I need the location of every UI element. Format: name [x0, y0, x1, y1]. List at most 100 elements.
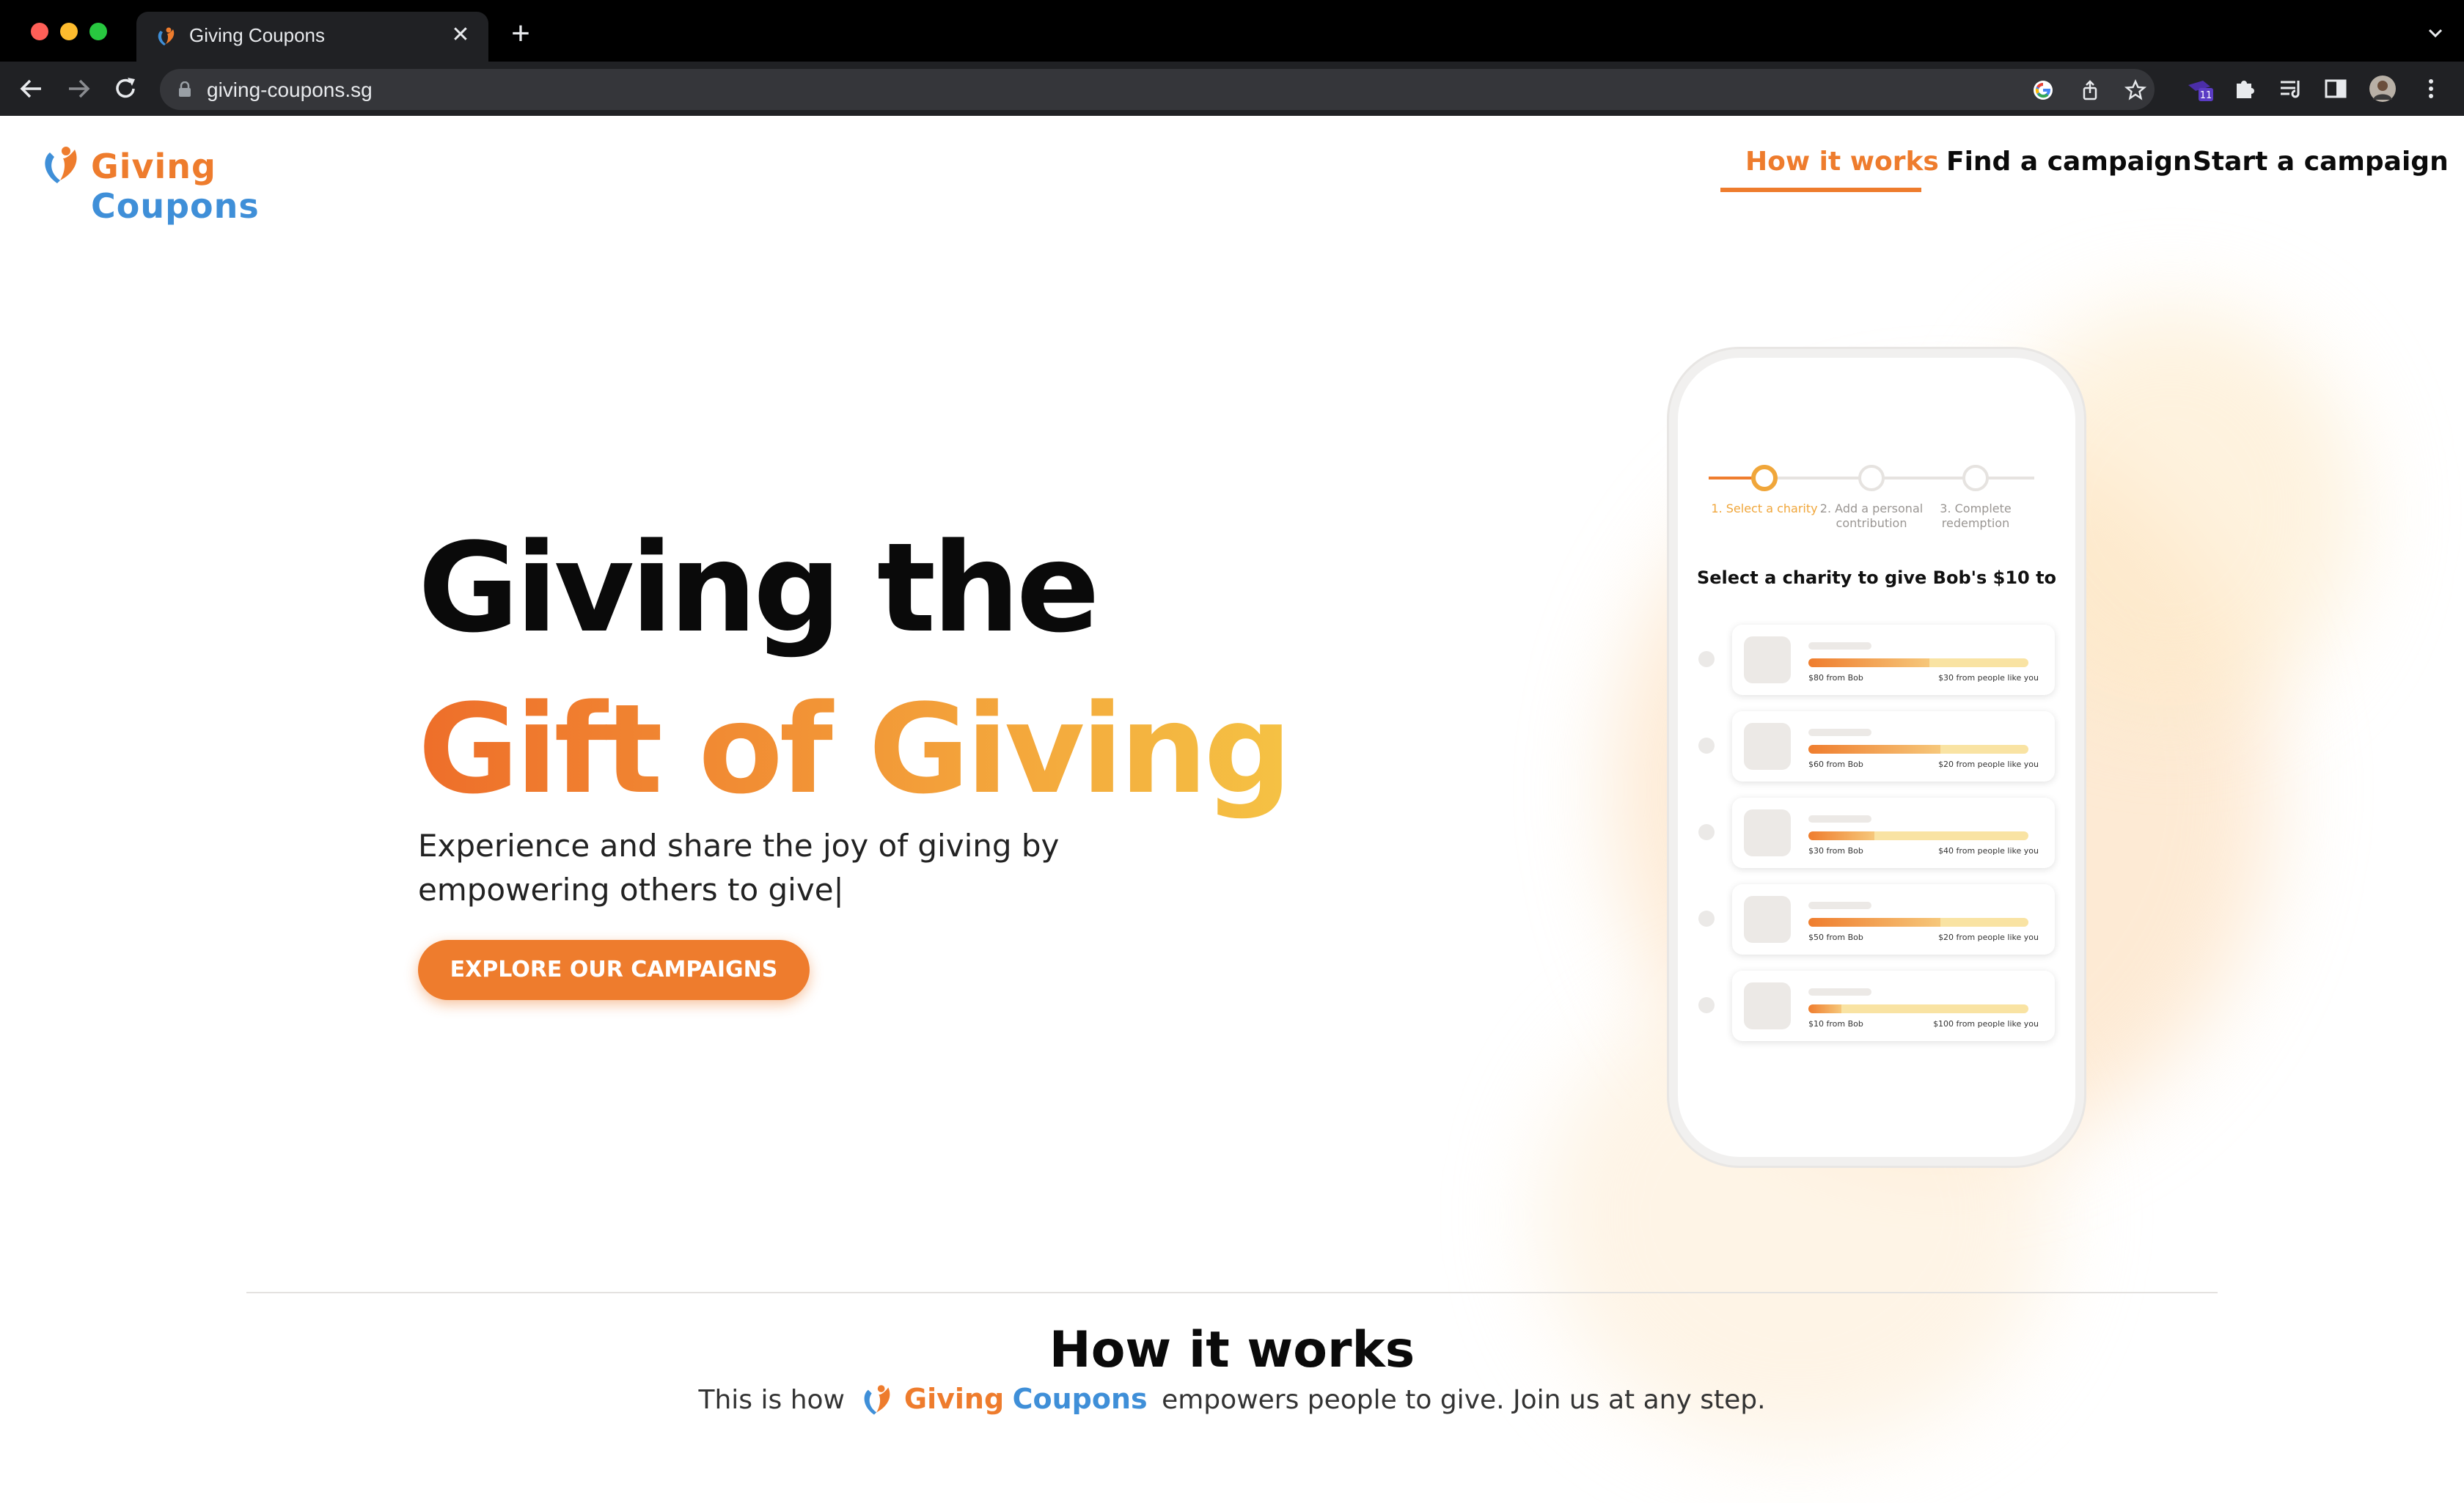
charity-name-placeholder [1808, 815, 1871, 823]
phone-screen-title: Select a charity to give Bob's $10 to [1696, 567, 2057, 588]
logo-wordmark: Giving Coupons [91, 147, 331, 226]
charity-progress-bar [1808, 831, 2028, 840]
how-it-works-sub-after: empowers people to give. Join us at any … [1162, 1385, 1766, 1415]
minimize-window-button[interactable] [60, 23, 78, 40]
charity-progress-fill [1808, 745, 1940, 754]
how-it-works-subtitle: This is how Giving Coupons empowers peop… [0, 1381, 2464, 1421]
charity-name-placeholder [1808, 729, 1871, 736]
new-tab-button[interactable]: + [505, 18, 537, 51]
charity-radio[interactable] [1698, 651, 1715, 667]
step-indicator-3 [1962, 465, 1989, 491]
giving-coupons-logo-icon [45, 147, 77, 183]
bookmark-star-icon[interactable] [2124, 78, 2147, 102]
tab-title: Giving Coupons [189, 24, 325, 46]
extension-badge-count: 11 [2200, 90, 2212, 101]
charity-radio[interactable] [1698, 824, 1715, 840]
side-panel-icon[interactable] [2322, 75, 2350, 103]
tab-close-icon[interactable]: ✕ [446, 21, 475, 50]
share-icon[interactable] [2078, 78, 2102, 102]
browser-toolbar: giving-coupons.sg 11 [0, 62, 2464, 116]
inline-logo-word-coupons: Coupons [1012, 1383, 1148, 1415]
charity-others-amount: $100 from people like you [1933, 1019, 2039, 1029]
charity-progress-bar [1808, 658, 2028, 667]
web-page: Giving Coupons How it works Find a campa… [0, 116, 2464, 1503]
section-divider [246, 1292, 2218, 1293]
charity-radio[interactable] [1698, 997, 1715, 1013]
charity-others-amount: $20 from people like you [1938, 760, 2039, 769]
back-arrow-icon[interactable] [16, 73, 47, 104]
charity-thumbnail [1744, 896, 1791, 943]
charity-bob-amount: $60 from Bob [1808, 760, 1863, 769]
tab-search-chevron-icon[interactable] [2424, 22, 2446, 44]
charity-thumbnail [1744, 982, 1791, 1029]
charity-progress-fill [1808, 658, 1929, 667]
logo-word-giving: Giving [91, 147, 216, 186]
charity-thumbnail [1744, 636, 1791, 683]
url-text: giving-coupons.sg [207, 78, 373, 101]
chrome-menu-icon[interactable] [2417, 75, 2445, 103]
charity-others-amount: $30 from people like you [1938, 673, 2039, 683]
charity-progress-fill [1808, 831, 1874, 840]
logo-word-coupons: Coupons [91, 186, 260, 226]
profile-avatar-icon[interactable] [2369, 75, 2397, 103]
charity-radio[interactable] [1698, 911, 1715, 927]
charity-bob-amount: $80 from Bob [1808, 673, 1863, 683]
giving-coupons-logo-icon [865, 1385, 890, 1415]
nav-find-a-campaign[interactable]: Find a campaign [1946, 147, 2192, 177]
tab-strip: Giving Coupons ✕ + [0, 0, 2464, 62]
charity-bob-amount: $50 from Bob [1808, 933, 1863, 942]
explore-campaigns-button[interactable]: EXPLORE OUR CAMPAIGNS NOW [418, 940, 810, 1043]
how-it-works-heading: How it works [1049, 1321, 1415, 1379]
charity-card[interactable]: $10 from Bob $100 from people like you [1732, 971, 2055, 1041]
charity-bob-amount: $10 from Bob [1808, 1019, 1863, 1029]
charity-card[interactable]: $30 from Bob $40 from people like you [1732, 798, 2055, 868]
charity-name-placeholder [1808, 642, 1871, 650]
charity-option[interactable]: $80 from Bob $30 from people like you [1693, 625, 2059, 695]
step-label-1: 1. Select a charity [1711, 501, 1818, 515]
maximize-window-button[interactable] [89, 23, 107, 40]
close-window-button[interactable] [31, 23, 48, 40]
address-bar[interactable]: giving-coupons.sg [160, 69, 2155, 110]
browser-window: Giving Coupons ✕ + giving-coupons.sg 11 … [0, 0, 2464, 1503]
charity-name-placeholder [1808, 988, 1871, 996]
inline-logo: Giving Coupons [859, 1381, 1148, 1421]
step-label-2: 2. Add a personal contribution [1819, 501, 1924, 530]
charity-progress-fill [1808, 918, 1940, 927]
inline-logo-word-giving: Giving [903, 1383, 1005, 1415]
browser-tab[interactable]: Giving Coupons ✕ [136, 12, 488, 62]
charity-option[interactable]: $50 from Bob $20 from people like you [1693, 884, 2059, 955]
reading-list-icon[interactable] [2276, 75, 2304, 103]
giving-coupons-favicon-icon [158, 27, 175, 45]
charity-card[interactable]: $80 from Bob $30 from people like you [1732, 625, 2055, 695]
charity-option[interactable]: $30 from Bob $40 from people like you [1693, 798, 2059, 868]
reload-icon[interactable] [110, 73, 141, 104]
google-lens-icon[interactable] [2031, 78, 2055, 102]
forward-arrow-icon[interactable] [63, 73, 94, 104]
charity-thumbnail [1744, 809, 1791, 856]
charity-option[interactable]: $60 from Bob $20 from people like you [1693, 711, 2059, 782]
charity-thumbnail [1744, 723, 1791, 770]
site-logo[interactable]: Giving Coupons [38, 142, 331, 226]
charity-progress-bar [1808, 1004, 2028, 1013]
step-indicator-1 [1751, 465, 1778, 491]
charity-option[interactable]: $10 from Bob $100 from people like you [1693, 971, 2059, 1041]
step-indicator-2 [1858, 465, 1885, 491]
charity-radio[interactable] [1698, 738, 1715, 754]
hero-subtitle: Experience and share the joy of giving b… [418, 828, 1060, 908]
nav-start-a-campaign[interactable]: Start a campaign [2193, 147, 2449, 177]
charity-progress-bar [1808, 745, 2028, 754]
charity-name-placeholder [1808, 902, 1871, 909]
how-it-works-sub-before: This is how [698, 1385, 845, 1415]
charity-card[interactable]: $60 from Bob $20 from people like you [1732, 711, 2055, 782]
hero-heading-line2: Gift of Giving [418, 677, 1292, 821]
nav-how-it-works[interactable]: How it works [1745, 147, 1939, 177]
charity-others-amount: $40 from people like you [1938, 846, 2039, 856]
extension-badge-icon[interactable]: 11 [2185, 75, 2213, 103]
charity-progress-bar [1808, 918, 2028, 927]
extensions-puzzle-icon[interactable] [2231, 75, 2259, 103]
hero-heading-line1: Giving the [418, 516, 1100, 660]
phone-mockup: 1. Select a charity 2. Add a personal co… [1669, 349, 2084, 1166]
charity-others-amount: $20 from people like you [1938, 933, 2039, 942]
charity-card[interactable]: $50 from Bob $20 from people like you [1732, 884, 2055, 955]
charity-progress-fill [1808, 1004, 1841, 1013]
